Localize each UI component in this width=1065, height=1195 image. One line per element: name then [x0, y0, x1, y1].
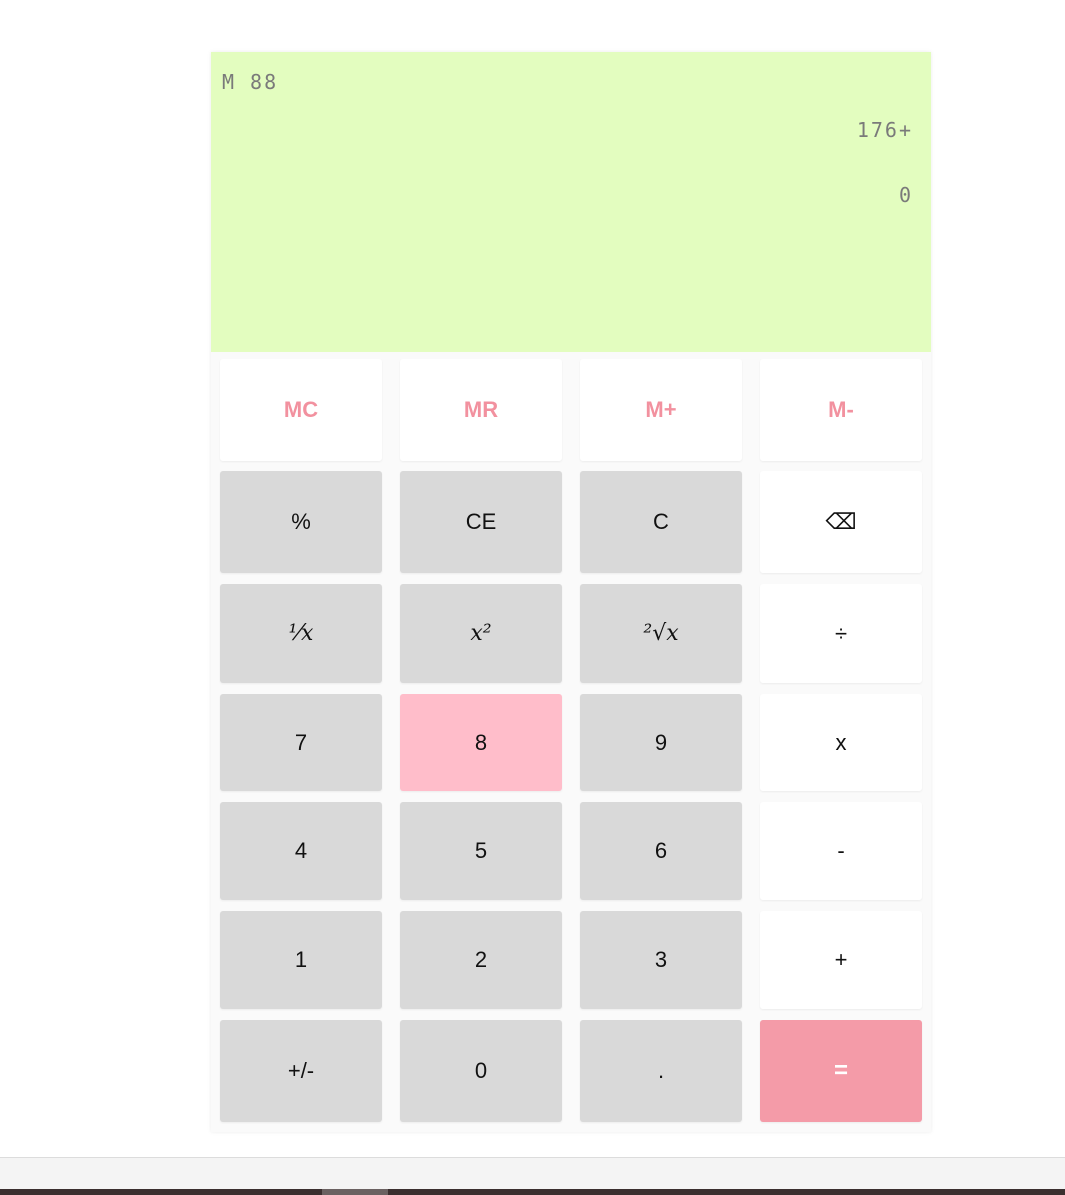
digit-0-button[interactable]: 0	[400, 1020, 562, 1122]
memory-value: 88	[250, 70, 279, 94]
clear-entry-button[interactable]: CE	[400, 471, 562, 573]
memory-subtract-button[interactable]: M-	[760, 359, 922, 461]
equals-button[interactable]: =	[760, 1020, 922, 1122]
memory-recall-button[interactable]: MR	[400, 359, 562, 461]
memory-add-button[interactable]: M+	[580, 359, 742, 461]
add-button[interactable]: +	[760, 911, 922, 1009]
memory-clear-button[interactable]: MC	[220, 359, 382, 461]
memory-label: M	[222, 70, 237, 94]
taskbar	[0, 1189, 1065, 1195]
function-row: % CE C ⌫	[220, 471, 922, 573]
digit-1-button[interactable]: 1	[220, 911, 382, 1009]
browser-status-bar	[0, 1157, 1065, 1190]
digit-row-123: 1 2 3 +	[220, 911, 922, 1009]
square-root-button[interactable]: ²√x	[580, 584, 742, 683]
square-button[interactable]: x²	[400, 584, 562, 683]
result-display: 0	[898, 183, 913, 207]
digit-row-789: 7 8 9 x	[220, 694, 922, 791]
divide-button[interactable]: ÷	[760, 584, 922, 683]
backspace-icon: ⌫	[825, 509, 857, 534]
taskbar-scroll-thumb[interactable]	[322, 1189, 388, 1195]
negate-button[interactable]: +/-	[220, 1020, 382, 1122]
bottom-row: +/- 0 . =	[220, 1020, 922, 1122]
calculator: M 88 176+ 0 MC MR M+ M- % CE C ⌫ ⅟x x² ²√…	[211, 52, 931, 1132]
digit-6-button[interactable]: 6	[580, 802, 742, 900]
calculator-display: M 88 176+ 0	[211, 52, 931, 352]
percent-button[interactable]: %	[220, 471, 382, 573]
reciprocal-button[interactable]: ⅟x	[220, 584, 382, 683]
decimal-button[interactable]: .	[580, 1020, 742, 1122]
subtract-button[interactable]: -	[760, 802, 922, 900]
memory-row: MC MR M+ M-	[220, 359, 922, 461]
expression-display: 176+	[856, 118, 913, 142]
digit-row-456: 4 5 6 -	[220, 802, 922, 900]
digit-4-button[interactable]: 4	[220, 802, 382, 900]
digit-3-button[interactable]: 3	[580, 911, 742, 1009]
clear-button[interactable]: C	[580, 471, 742, 573]
backspace-button[interactable]: ⌫	[760, 471, 922, 573]
digit-7-button[interactable]: 7	[220, 694, 382, 791]
digit-5-button[interactable]: 5	[400, 802, 562, 900]
digit-8-button[interactable]: 8	[400, 694, 562, 791]
multiply-button[interactable]: x	[760, 694, 922, 791]
memory-indicator: M 88	[222, 70, 292, 94]
digit-9-button[interactable]: 9	[580, 694, 742, 791]
advanced-row: ⅟x x² ²√x ÷	[220, 584, 922, 683]
digit-2-button[interactable]: 2	[400, 911, 562, 1009]
